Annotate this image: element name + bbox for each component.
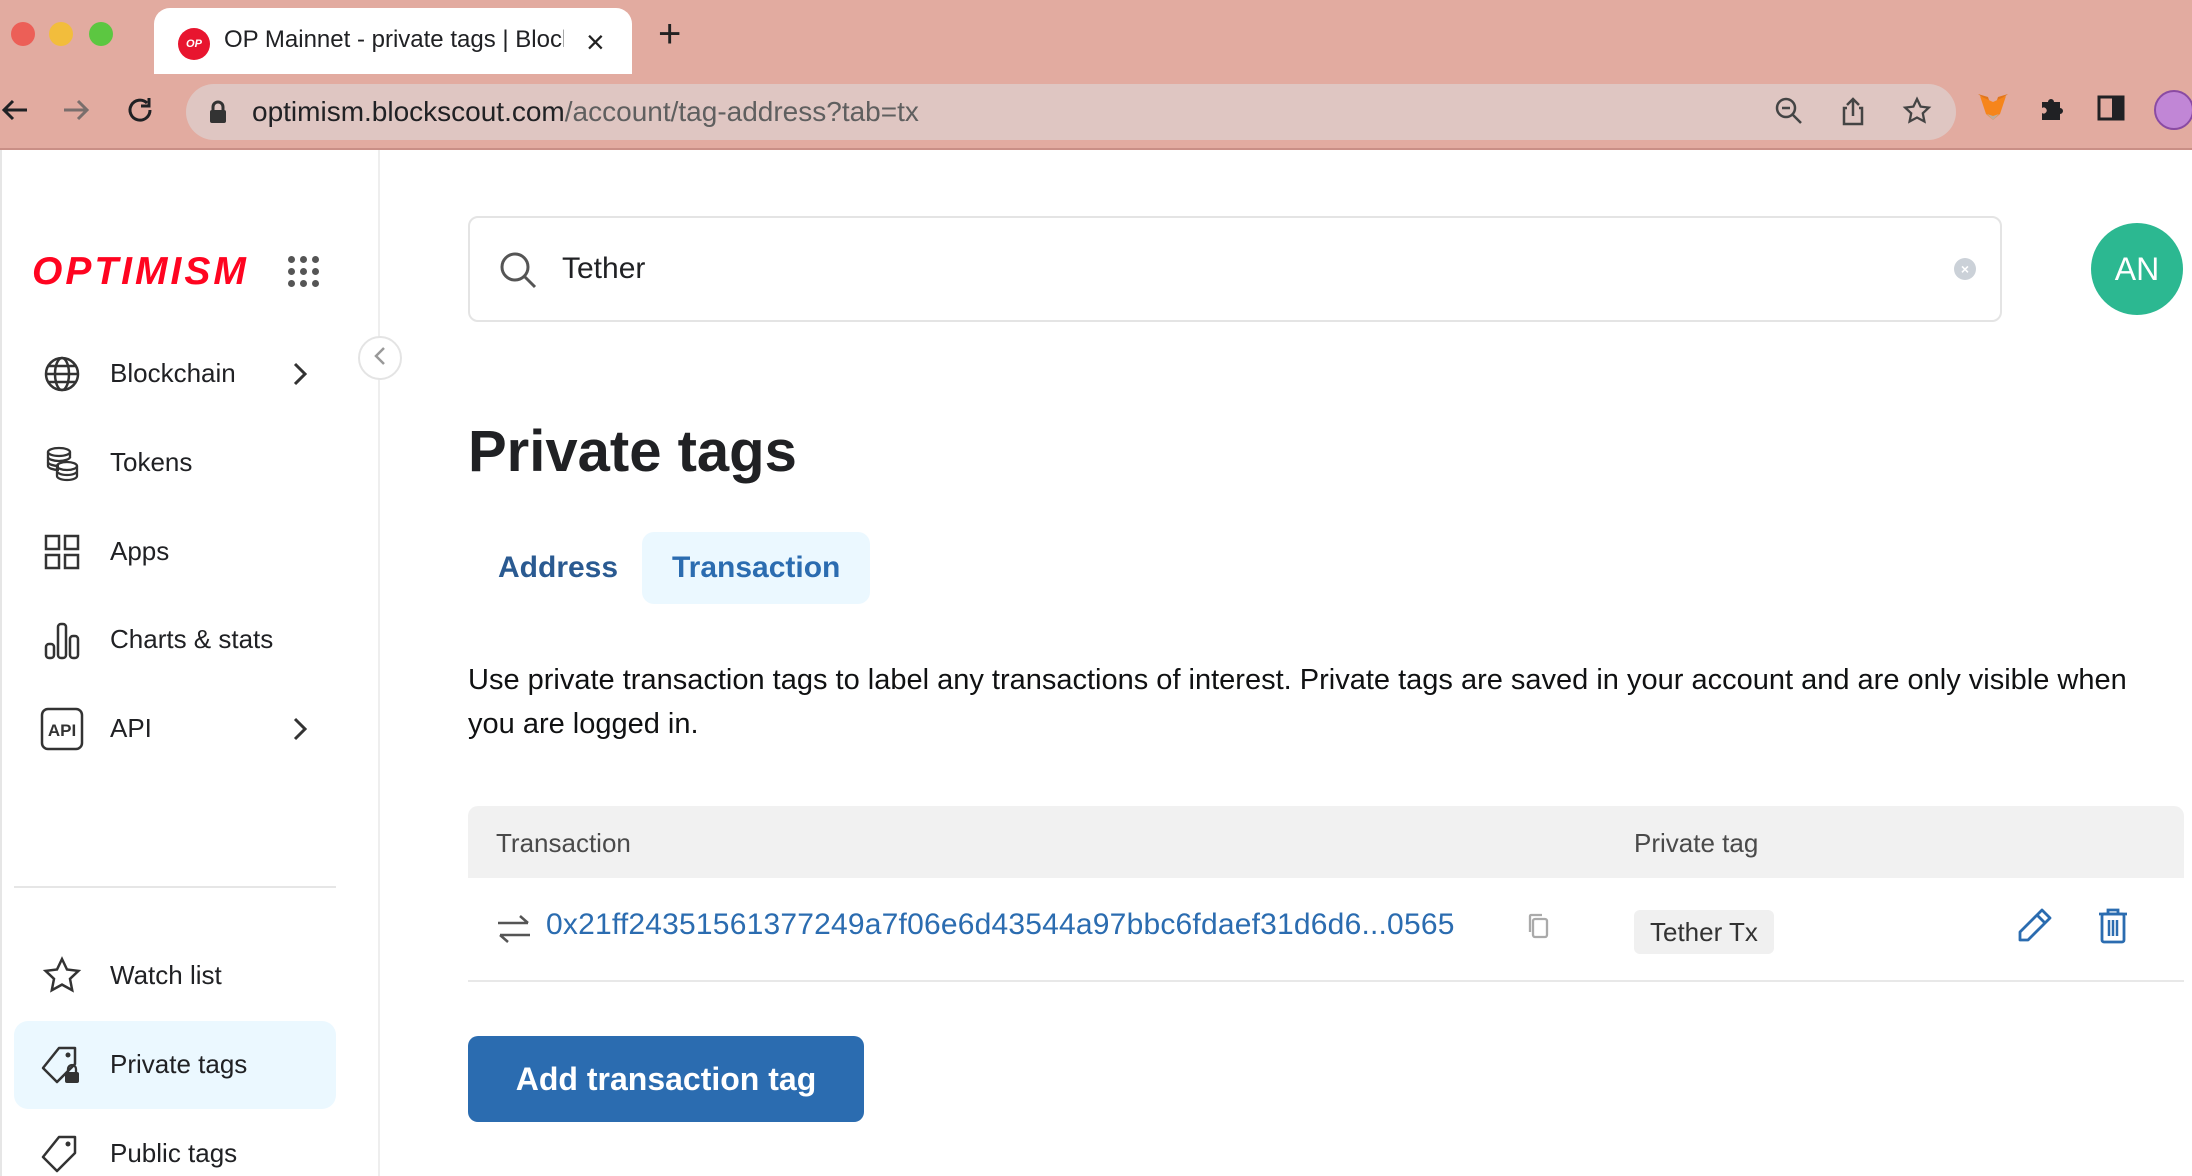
sidebar-item-label: Blockchain bbox=[110, 358, 236, 388]
copy-icon[interactable] bbox=[1526, 912, 1550, 945]
network-menu-icon[interactable] bbox=[288, 256, 319, 287]
op-favicon-icon: OP bbox=[178, 28, 210, 60]
sidebar-item-label: API bbox=[110, 713, 152, 743]
main-content: Tether × AN Private tags Address Transac… bbox=[380, 150, 2192, 1176]
apps-icon bbox=[40, 530, 84, 574]
zoom-icon[interactable] bbox=[1774, 96, 1804, 131]
lock-icon[interactable] bbox=[208, 100, 228, 129]
sidebar-item-watch-list[interactable]: Watch list bbox=[14, 932, 336, 1020]
chevron-right-icon bbox=[290, 715, 310, 748]
browser-toolbar: optimism.blockscout.com/account/tag-addr… bbox=[0, 74, 2192, 150]
chevron-right-icon bbox=[290, 360, 310, 393]
extensions-puzzle-icon[interactable] bbox=[2038, 93, 2068, 128]
url-domain: optimism.blockscout.com bbox=[252, 96, 565, 127]
url-text: optimism.blockscout.com/account/tag-addr… bbox=[252, 96, 919, 128]
new-tab-icon[interactable]: + bbox=[658, 14, 681, 54]
tag-icon bbox=[40, 1132, 84, 1176]
tab-transaction[interactable]: Transaction bbox=[642, 532, 871, 604]
star-icon bbox=[40, 954, 84, 998]
tags-description: Use private transaction tags to label an… bbox=[468, 664, 2127, 740]
tab-title: OP Mainnet - private tags | Blockscout bbox=[224, 26, 564, 53]
private-tag-badge: Tether Tx bbox=[1634, 910, 1774, 954]
forward-icon[interactable] bbox=[56, 90, 96, 130]
tag-lock-icon bbox=[40, 1043, 84, 1087]
browser-profile-avatar[interactable] bbox=[2154, 90, 2192, 130]
search-value[interactable]: Tether bbox=[562, 252, 645, 286]
browser-tab-strip: OP OP Mainnet - private tags | Blockscou… bbox=[0, 0, 2192, 74]
share-icon[interactable] bbox=[1838, 96, 1868, 131]
tab-address[interactable]: Address bbox=[468, 532, 648, 604]
side-panel-icon[interactable] bbox=[2096, 93, 2126, 128]
sidebar-item-private-tags[interactable]: Private tags bbox=[14, 1021, 336, 1109]
sidebar-divider bbox=[14, 886, 336, 888]
browser-tab[interactable]: OP OP Mainnet - private tags | Blockscou… bbox=[154, 8, 632, 74]
column-header-private-tag: Private tag bbox=[1634, 828, 1759, 858]
table-row: 0x21ff24351561377249a7f06e6d43544a97bbc6… bbox=[468, 878, 2184, 982]
sidebar-item-label: Private tags bbox=[110, 1049, 248, 1079]
sidebar-item-label: Tokens bbox=[110, 447, 193, 477]
chart-icon bbox=[40, 618, 84, 662]
coins-icon bbox=[40, 441, 84, 485]
close-window-button[interactable] bbox=[11, 22, 35, 46]
search-input[interactable]: Tether × bbox=[468, 216, 2002, 322]
api-icon-text: API bbox=[48, 721, 76, 740]
sidebar: OPTIMISM Blockchain Tokens Apps Charts &… bbox=[2, 150, 380, 1176]
clear-search-icon[interactable]: × bbox=[1954, 258, 1976, 280]
search-icon bbox=[498, 250, 538, 295]
sidebar-item-apps[interactable]: Apps bbox=[14, 508, 336, 596]
add-transaction-tag-button[interactable]: Add transaction tag bbox=[468, 1036, 864, 1122]
sidebar-item-label: Public tags bbox=[110, 1138, 238, 1168]
table-header: Transaction Private tag bbox=[468, 806, 2184, 878]
sidebar-item-charts-stats[interactable]: Charts & stats bbox=[14, 596, 336, 684]
bookmark-star-icon[interactable] bbox=[1902, 96, 1932, 131]
sidebar-item-label: Watch list bbox=[110, 960, 222, 990]
back-icon[interactable] bbox=[0, 90, 30, 130]
column-header-transaction: Transaction bbox=[496, 828, 631, 858]
minimize-window-button[interactable] bbox=[49, 22, 73, 46]
sidebar-item-label: Charts & stats bbox=[110, 624, 274, 654]
api-icon: API bbox=[40, 707, 84, 751]
page-title: Private tags bbox=[468, 419, 797, 484]
trash-icon[interactable] bbox=[2096, 906, 2130, 951]
sidebar-item-public-tags[interactable]: Public tags bbox=[14, 1110, 336, 1176]
private-tags-table: Transaction Private tag 0x21ff2435156137… bbox=[468, 806, 2184, 982]
sidebar-item-blockchain[interactable]: Blockchain bbox=[14, 330, 336, 418]
sidebar-item-tokens[interactable]: Tokens bbox=[14, 419, 336, 507]
tab-close-icon[interactable]: × bbox=[586, 22, 605, 62]
transaction-hash-link[interactable]: 0x21ff24351561377249a7f06e6d43544a97bbc6… bbox=[546, 908, 1455, 942]
optimism-logo[interactable]: OPTIMISM bbox=[32, 250, 249, 294]
address-bar[interactable]: optimism.blockscout.com/account/tag-addr… bbox=[186, 84, 1956, 140]
user-avatar[interactable]: AN bbox=[2091, 223, 2183, 315]
metamask-fox-icon[interactable] bbox=[1976, 92, 2010, 129]
globe-icon bbox=[40, 352, 84, 396]
edit-pencil-icon[interactable] bbox=[2014, 906, 2054, 951]
maximize-window-button[interactable] bbox=[89, 22, 113, 46]
reload-icon[interactable] bbox=[120, 90, 160, 130]
sidebar-item-api[interactable]: API API bbox=[14, 685, 336, 773]
sidebar-item-label: Apps bbox=[110, 536, 170, 566]
url-path: /account/tag-address?tab=tx bbox=[564, 96, 919, 127]
page: OPTIMISM Blockchain Tokens Apps Charts &… bbox=[0, 150, 2192, 1176]
transaction-arrows-icon bbox=[496, 914, 532, 949]
